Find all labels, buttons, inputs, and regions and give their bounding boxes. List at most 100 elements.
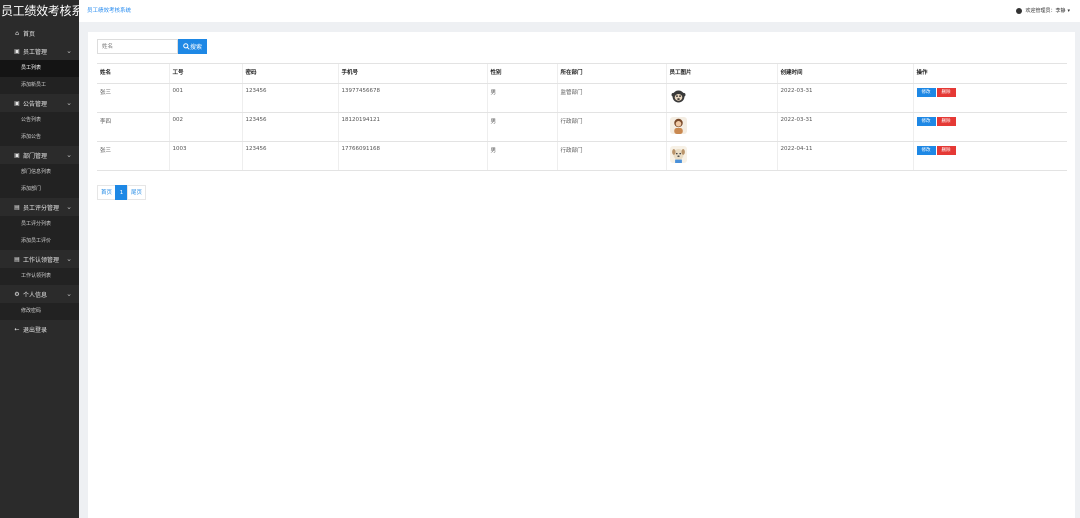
sidebar-subitem[interactable]: 修改密码 bbox=[0, 303, 79, 320]
search-icon bbox=[183, 43, 190, 50]
cell-phone: 17766091168 bbox=[337, 141, 487, 171]
sidebar-subitem[interactable]: 添加公告 bbox=[0, 129, 79, 146]
employee-avatar bbox=[669, 146, 687, 163]
main-content: 搜索 姓名工号密码手机号性别所在部门员工图片创建时间操作 张三001123456… bbox=[88, 32, 1075, 518]
sidebar-item-label: 个人信息 bbox=[23, 291, 48, 299]
sidebar-item-label: 工作认领管理 bbox=[23, 256, 60, 264]
user-greeting: 欢迎管理员：李静 bbox=[1025, 8, 1066, 14]
menu-icon: ⌂ bbox=[15, 29, 19, 37]
cell-id: 001 bbox=[168, 83, 242, 113]
cell-password: 123456 bbox=[241, 141, 338, 171]
chevron-down-icon: ⌄ bbox=[66, 47, 72, 55]
chevron-down-icon: ⌄ bbox=[66, 203, 72, 211]
cell-password: 123456 bbox=[241, 112, 338, 142]
cell-name: 张三 bbox=[97, 83, 169, 113]
caret-down-icon: ▾ bbox=[1067, 7, 1070, 14]
sidebar-subitem[interactable]: 部门信息列表 bbox=[0, 164, 79, 181]
sidebar-item[interactable]: ← 退出登录 bbox=[0, 320, 79, 338]
column-header: 手机号 bbox=[337, 63, 487, 84]
chevron-down-icon: ⌄ bbox=[66, 99, 72, 107]
cell-created: 2022-04-11 bbox=[776, 141, 913, 171]
delete-button[interactable]: 删除 bbox=[936, 117, 956, 126]
column-header: 所在部门 bbox=[556, 63, 666, 84]
sidebar-item-label: 首页 bbox=[23, 30, 36, 38]
sidebar-item[interactable]: ▣ 部门管理 ⌄ bbox=[0, 146, 79, 164]
sidebar-subitem[interactable]: 添加员工评价 bbox=[0, 233, 79, 250]
column-header: 创建时间 bbox=[776, 63, 913, 84]
cell-id: 002 bbox=[168, 112, 242, 142]
column-header: 密码 bbox=[241, 63, 338, 84]
delete-button[interactable]: 删除 bbox=[936, 146, 956, 155]
cell-id: 1003 bbox=[168, 141, 242, 171]
sidebar-item[interactable]: ⌂ 首页 bbox=[0, 24, 79, 42]
cell-avatar bbox=[665, 141, 777, 171]
menu-icon: ▣ bbox=[14, 47, 20, 55]
sidebar-subitem[interactable]: 添加部门 bbox=[0, 181, 79, 198]
sidebar-subitem[interactable]: 公告列表 bbox=[0, 112, 79, 129]
sidebar-subitem[interactable]: 工作认领列表 bbox=[0, 268, 79, 285]
cell-phone: 13977456678 bbox=[337, 83, 487, 113]
search-input[interactable] bbox=[97, 39, 178, 54]
first-page-button[interactable]: 首页 bbox=[97, 185, 117, 200]
menu-icon: ▣ bbox=[14, 151, 20, 159]
delete-button[interactable]: 删除 bbox=[936, 88, 956, 97]
menu-icon: ⚙ bbox=[14, 290, 20, 298]
pagination: 首页 1 尾页 bbox=[97, 185, 147, 200]
sidebar-menu: ⌂ 首页 ▣ 员工管理 ⌄ 员工列表 添加新员工 ▣ 公告管理 ⌄ 公告列表 添加公告 ▣ 部门管理 ⌄ 部门… bbox=[0, 24, 79, 338]
table-header-row: 姓名 工号 密码 手机号 性别 所在部门 员工图片 创建时间 操作 bbox=[97, 63, 1067, 84]
search-button-label: 搜索 bbox=[189, 44, 202, 51]
menu-icon: ← bbox=[14, 325, 20, 333]
edit-button[interactable]: 修改 bbox=[916, 146, 936, 155]
sidebar-item[interactable]: ▣ 公告管理 ⌄ bbox=[0, 94, 79, 112]
sidebar-item[interactable]: ▤ 工作认领管理 ⌄ bbox=[0, 250, 79, 268]
sidebar: 员工绩效考核系统 ⌂首页▣员工管理⌄员工列表添加新员工▣公告管理⌄公告列表添加公… bbox=[0, 0, 79, 518]
menu-icon: ▤ bbox=[14, 255, 20, 263]
cell-actions: 修改 删除 bbox=[912, 112, 1067, 142]
cell-actions: 修改 删除 bbox=[912, 83, 1067, 113]
sidebar-item-label: 员工评分管理 bbox=[23, 204, 60, 212]
edit-button[interactable]: 修改 bbox=[916, 88, 936, 97]
sidebar-item[interactable]: ▤ 员工评分管理 ⌄ bbox=[0, 198, 79, 216]
chevron-down-icon: ⌄ bbox=[66, 255, 72, 263]
menu-icon: ▣ bbox=[14, 99, 20, 107]
sidebar-item[interactable]: ▣ 员工管理 ⌄ bbox=[0, 42, 79, 60]
cell-dept: 行政部门 bbox=[556, 112, 666, 142]
last-page-button[interactable]: 尾页 bbox=[127, 185, 147, 200]
top-bar: 员工绩效考核系统 欢迎管理员：李静 ▾ bbox=[79, 0, 1080, 22]
cell-gender: 男 bbox=[486, 112, 557, 142]
menu-icon: ▤ bbox=[14, 203, 20, 211]
cell-password: 123456 bbox=[241, 83, 338, 113]
user-icon bbox=[1016, 7, 1023, 14]
user-menu[interactable]: 欢迎管理员：李静 ▾ bbox=[1016, 7, 1070, 14]
cell-avatar bbox=[665, 112, 777, 142]
column-header: 操作 bbox=[912, 63, 1067, 84]
cell-dept: 行政部门 bbox=[556, 141, 666, 171]
sidebar-item[interactable]: ⚙ 个人信息 ⌄ bbox=[0, 285, 79, 303]
breadcrumb[interactable]: 员工绩效考核系统 bbox=[87, 6, 131, 14]
column-header: 工号 bbox=[168, 63, 242, 84]
cell-created: 2022-03-31 bbox=[776, 112, 913, 142]
search-button[interactable]: 搜索 bbox=[178, 39, 207, 54]
sidebar-item-label: 员工管理 bbox=[23, 48, 48, 56]
cell-created: 2022-03-31 bbox=[776, 83, 913, 113]
employee-avatar bbox=[669, 117, 687, 134]
cell-phone: 18120194121 bbox=[337, 112, 487, 142]
edit-button[interactable]: 修改 bbox=[916, 117, 936, 126]
sidebar-subitem[interactable]: 员工评分列表 bbox=[0, 216, 79, 233]
sidebar-item-label: 部门管理 bbox=[23, 152, 48, 160]
table-row: 张三 1003 123456 17766091168 男行政部门 2022-04-11 修改… bbox=[97, 141, 1067, 171]
sidebar-subitem[interactable]: 员工列表 bbox=[0, 60, 79, 77]
sidebar-item-label: 公告管理 bbox=[23, 100, 48, 108]
sidebar-item-label: 退出登录 bbox=[23, 326, 48, 334]
sidebar-subitem[interactable]: 添加新员工 bbox=[0, 77, 79, 94]
column-header: 员工图片 bbox=[665, 63, 777, 84]
app-title: 员工绩效考核系统 bbox=[1, 4, 79, 18]
chevron-down-icon: ⌄ bbox=[66, 151, 72, 159]
table-row: 张三 001 123456 13977456678 男监管部门 2022-03-31 修改删… bbox=[97, 83, 1067, 113]
column-header: 姓名 bbox=[97, 63, 169, 84]
cell-dept: 监管部门 bbox=[556, 83, 666, 113]
employee-avatar bbox=[669, 88, 687, 105]
chevron-down-icon: ⌄ bbox=[66, 290, 72, 298]
employee-table: 姓名 工号 密码 手机号 性别 所在部门 员工图片 创建时间 操作 张三 001 123456 139… bbox=[97, 63, 1067, 171]
table-row: 李四 002 123456 18120194121 男行政部门 2022-03-31 修改删… bbox=[97, 112, 1067, 142]
